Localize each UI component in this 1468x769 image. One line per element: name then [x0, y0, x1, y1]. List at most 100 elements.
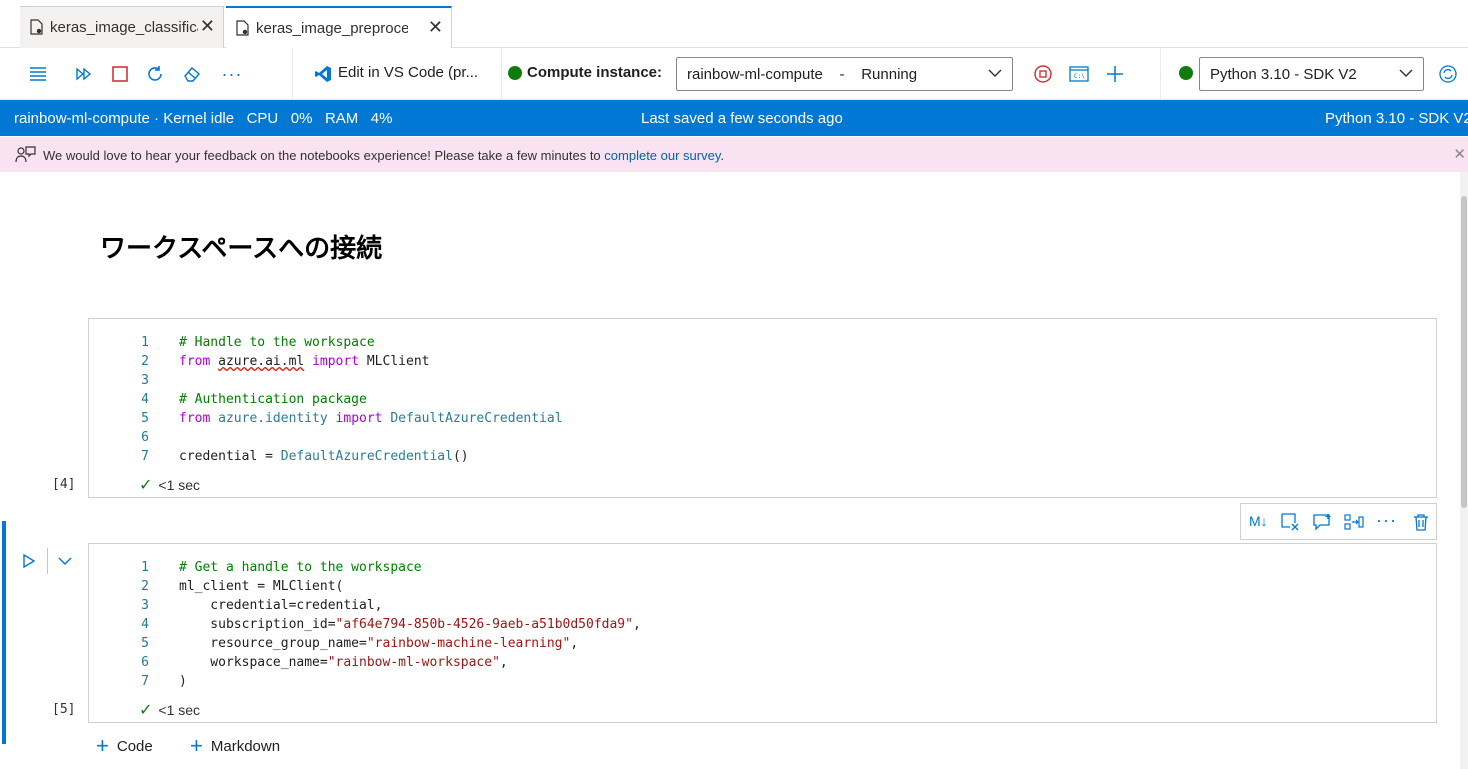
save-status-text: Last saved a few seconds ago — [641, 110, 843, 127]
plus-icon: + — [190, 733, 203, 758]
vertical-scrollbar[interactable] — [1460, 172, 1468, 769]
code-text: ml_client = MLClient( — [179, 579, 344, 594]
line-number: 6 — [141, 655, 149, 670]
code-text: workspace_name= — [179, 655, 328, 670]
code-text: , — [570, 636, 579, 651]
split-cell-icon[interactable] — [1344, 513, 1364, 531]
kernel-value: Python 3.10 - SDK V2 — [1210, 65, 1357, 83]
terminal-icon[interactable]: C:\ — [1065, 60, 1093, 88]
add-code-cell-button[interactable]: + Code — [96, 733, 153, 758]
execution-time: <1 sec — [158, 477, 201, 493]
more-options-icon[interactable]: ··· — [218, 60, 246, 88]
execution-count: [4] — [52, 477, 76, 492]
close-icon[interactable]: ✕ — [200, 16, 215, 36]
delete-icon[interactable] — [1413, 513, 1429, 531]
code-text: , — [499, 655, 508, 670]
code-line[interactable]: from azure.ai.ml import MLClient — [179, 354, 429, 373]
line-number: 7 — [141, 674, 149, 689]
markdown-toggle-button[interactable]: M↓ — [1249, 513, 1268, 529]
chevron-down-icon[interactable] — [58, 556, 72, 566]
add-markdown-cell-button[interactable]: + Markdown — [190, 733, 280, 758]
menu-icon[interactable] — [24, 60, 52, 88]
plus-icon: + — [96, 733, 109, 758]
line-number: 1 — [141, 335, 149, 350]
execution-count: [5] — [52, 702, 76, 717]
code-text: resource_group_name= — [179, 636, 367, 651]
code-text: credential = — [179, 449, 281, 464]
add-compute-icon[interactable] — [1101, 60, 1129, 88]
line-number: 3 — [141, 373, 149, 388]
edit-in-vscode-button[interactable]: Edit in VS Code (pr... — [338, 64, 478, 81]
line-number: 1 — [141, 560, 149, 575]
kernel-dropdown[interactable]: Python 3.10 - SDK V2 — [1199, 57, 1424, 91]
stop-icon[interactable] — [106, 60, 134, 88]
code-string: "af64e794-850b-4526-9aeb-a51b0d50fda9" — [335, 617, 633, 632]
code-line[interactable]: credential=credential, — [179, 598, 382, 617]
kernel-name-text: Python 3.10 - SDK V2 — [1325, 110, 1468, 127]
code-module: azure.ai.ml — [218, 354, 305, 369]
stop-compute-icon[interactable] — [1029, 60, 1057, 88]
toolbar-divider — [292, 48, 293, 100]
execution-status: ✓ <1 sec — [139, 700, 200, 720]
notebook-file-icon — [30, 19, 43, 35]
code-text: () — [452, 449, 469, 464]
close-icon[interactable]: ✕ — [428, 17, 443, 37]
tab-keras-image-classification[interactable]: keras_image_classification ✕ — [20, 6, 224, 48]
code-name: MLClient — [366, 354, 430, 369]
code-line[interactable]: # Authentication package — [179, 392, 367, 411]
code-text: subscription_id= — [179, 617, 336, 632]
code-line[interactable]: # Handle to the workspace — [179, 335, 375, 354]
code-function: DefaultAzureCredential — [280, 449, 453, 464]
restart-kernel-icon[interactable] — [141, 60, 169, 88]
code-text: , — [632, 617, 641, 632]
clear-output-icon[interactable] — [1281, 513, 1299, 531]
compute-status-icon — [508, 66, 522, 80]
line-number: 5 — [141, 411, 149, 426]
tab-label: keras_image_preprocessing — [256, 20, 408, 37]
clear-outputs-icon[interactable] — [178, 60, 206, 88]
feedback-icon — [15, 146, 36, 163]
survey-link[interactable]: complete our survey — [604, 148, 720, 163]
line-number: 4 — [141, 617, 149, 632]
code-line[interactable]: workspace_name="rainbow-ml-workspace", — [179, 655, 508, 674]
line-number: 7 — [141, 449, 149, 464]
refresh-icon[interactable] — [1434, 60, 1462, 88]
scrollbar-thumb[interactable] — [1461, 196, 1467, 508]
comment-icon[interactable] — [1313, 513, 1333, 531]
code-name: DefaultAzureCredential — [390, 411, 563, 426]
feedback-end: . — [720, 148, 724, 163]
active-cell-indicator — [2, 521, 6, 744]
more-options-icon[interactable]: ··· — [1376, 510, 1397, 531]
code-line[interactable]: resource_group_name="rainbow-machine-lea… — [179, 636, 578, 655]
close-icon[interactable]: ✕ — [1453, 145, 1466, 163]
code-line[interactable]: subscription_id="af64e794-850b-4526-9aeb… — [179, 617, 641, 636]
code-string: "rainbow-ml-workspace" — [327, 655, 500, 670]
run-all-icon[interactable] — [70, 60, 98, 88]
code-line[interactable]: ) — [179, 674, 187, 693]
code-module: azure.identity — [218, 411, 328, 426]
markdown-heading: ワークスペースへの接続 — [100, 233, 383, 263]
tab-keras-image-preprocessing[interactable]: keras_image_preprocessing ✕ — [226, 6, 452, 49]
vscode-icon — [315, 66, 331, 82]
execution-time: <1 sec — [158, 702, 201, 718]
compute-instance-value: rainbow-ml-compute - Running — [687, 65, 918, 83]
code-cell[interactable]: 1 2 3 4 5 6 7 # Get a handle to the work… — [88, 543, 1437, 723]
code-cell[interactable]: 1 2 3 4 5 6 7 # Handle to the workspace … — [88, 318, 1437, 498]
code-line[interactable]: # Get a handle to the workspace — [179, 560, 422, 579]
line-number: 3 — [141, 598, 149, 613]
run-cell-icon[interactable] — [22, 553, 36, 569]
code-line[interactable]: ml_client = MLClient( — [179, 579, 343, 598]
tab-bar: keras_image_classification ✕ keras_image… — [0, 0, 1468, 49]
feedback-banner: We would love to hear your feedback on t… — [0, 137, 1468, 172]
cell-control-divider — [47, 548, 48, 574]
compute-instance-label: Compute instance: — [527, 64, 663, 81]
checkmark-icon: ✓ — [139, 477, 153, 494]
code-keyword: from — [179, 411, 211, 426]
code-line[interactable]: credential = DefaultAzureCredential() — [179, 449, 469, 468]
svg-text:C:\: C:\ — [1074, 73, 1085, 80]
code-line[interactable]: from azure.identity import DefaultAzureC… — [179, 411, 563, 430]
compute-instance-dropdown[interactable]: rainbow-ml-compute - Running — [676, 57, 1013, 91]
line-number: 5 — [141, 636, 149, 651]
code-keyword: import — [312, 354, 360, 369]
feedback-text: We would love to hear your feedback on t… — [43, 148, 724, 163]
